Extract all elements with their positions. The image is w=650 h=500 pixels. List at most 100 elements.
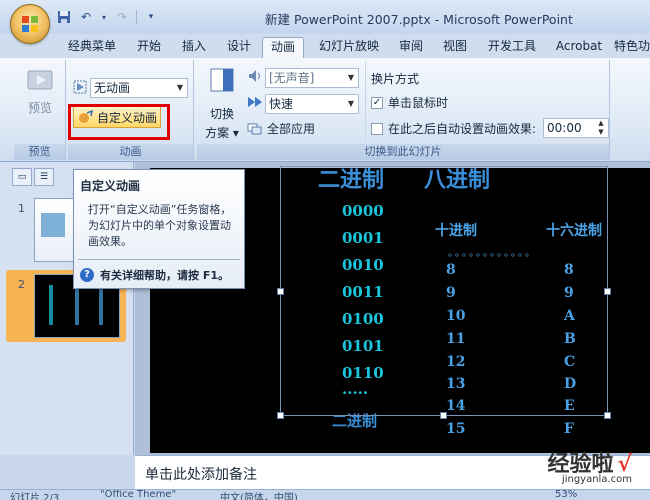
qat-divider: [136, 10, 137, 24]
tooltip-title: 自定义动画: [80, 179, 141, 193]
tab-slideshow[interactable]: 幻灯片放映: [309, 37, 389, 58]
help-icon: ?: [80, 268, 94, 282]
group-divider: [365, 62, 366, 140]
status-theme: "Office Theme": [100, 489, 177, 500]
auto-after-checkbox[interactable]: [371, 122, 383, 135]
slide-heading-binary: 二进制: [318, 168, 385, 193]
tab-animations[interactable]: 动画: [262, 37, 304, 58]
speed-combo-value: 快速: [269, 97, 294, 111]
slides-tab[interactable]: ▭: [12, 168, 32, 186]
apply-all-label: 全部应用: [267, 122, 316, 136]
save-icon[interactable]: [56, 9, 72, 25]
animate-combo[interactable]: 无动画 ▼: [90, 78, 188, 98]
slide-heading-octal: 八进制: [424, 168, 491, 193]
hex-value: C: [564, 354, 576, 370]
speed-icon: [247, 94, 263, 110]
transition-group: 切换 方案 ▾ [无声音] ▼ 快速 ▼ 全部应用 换片方式 ✓ 单击鼠标时 在…: [197, 60, 610, 160]
resize-handle[interactable]: [277, 412, 284, 419]
title-bar: ↶ ▾ ↷ ▾ 新建 PowerPoint 2007.pptx - Micros…: [0, 0, 650, 44]
animate-combo-value: 无动画: [94, 81, 131, 95]
undo-dropdown-icon[interactable]: ▾: [100, 9, 108, 25]
tab-view[interactable]: 视图: [434, 37, 476, 58]
auto-time-input[interactable]: 00:00 ▲ ▼: [543, 118, 609, 138]
scheme-label-text: 方案: [205, 126, 230, 140]
auto-after-option[interactable]: 在此之后自动设置动画效果:: [371, 120, 536, 137]
apply-all-icon: [247, 123, 262, 134]
slide-number-2: 2: [18, 278, 25, 291]
tooltip-help: ? 有关详细帮助，请按 F1。: [80, 267, 229, 283]
tab-design[interactable]: 设计: [218, 37, 260, 58]
undo-icon[interactable]: ↶: [78, 9, 94, 25]
quick-access-toolbar: ↶ ▾ ↷ ▾: [56, 7, 159, 27]
office-button[interactable]: [10, 4, 50, 44]
binary-value: 0101: [342, 337, 384, 355]
tab-review[interactable]: 审阅: [390, 37, 432, 58]
hex-value: E: [564, 398, 575, 414]
notes-placeholder: 单击此处添加备注: [145, 467, 257, 483]
decimal-value: 12: [446, 354, 466, 370]
hex-value: B: [564, 331, 576, 347]
decimal-header: 十进制: [435, 223, 477, 239]
preview-group: 预览 预览: [14, 60, 66, 160]
decimal-value: 11: [446, 331, 466, 347]
binary-value: 0000: [342, 202, 384, 220]
spinner-icon[interactable]: ▲ ▼: [594, 119, 608, 137]
custom-animation-tooltip: 自定义动画 打开“自定义动画”任务窗格，为幻灯片中的单个对象设置动画效果。 ? …: [73, 169, 245, 289]
ribbon-tabs: 经典菜单 开始 插入 设计 动画 幻灯片放映 审阅 视图 开发工具 Acroba…: [0, 34, 650, 58]
on-click-checkbox[interactable]: ✓: [371, 96, 383, 109]
resize-handle[interactable]: [604, 412, 611, 419]
preview-label: 预览: [27, 101, 52, 115]
customize-icon[interactable]: ▾: [143, 9, 159, 25]
decimal-value: 14: [446, 398, 466, 414]
tab-acrobat[interactable]: Acrobat: [548, 37, 610, 58]
dotted-separator: 。。。。。。。。。。。。: [448, 248, 537, 259]
status-slide-count: 幻灯片 2/3: [10, 493, 60, 500]
hex-value: A: [564, 308, 575, 324]
office-logo-icon: [22, 16, 38, 32]
sound-combo-value: [无声音]: [269, 71, 315, 85]
tab-home[interactable]: 开始: [128, 37, 170, 58]
tab-developer[interactable]: 开发工具: [480, 37, 544, 58]
apply-all-button[interactable]: 全部应用: [247, 120, 315, 137]
resize-handle[interactable]: [440, 412, 447, 419]
decimal-value: 8: [446, 262, 456, 278]
redo-icon[interactable]: ↷: [114, 9, 130, 25]
binary-value: 0010: [342, 256, 384, 274]
transition-scheme-label-2: 方案 ▾: [205, 126, 239, 140]
thumbnail-column: [99, 285, 103, 325]
on-click-label: 单击鼠标时: [388, 96, 449, 110]
hex-value: 9: [564, 285, 574, 301]
chevron-down-icon[interactable]: ▼: [344, 69, 358, 87]
transition-scheme-icon: [210, 68, 234, 92]
binary-value: 0100: [342, 310, 384, 328]
pane-tabs: ▭ ☰: [12, 168, 54, 188]
resize-handle[interactable]: [277, 288, 284, 295]
binary-ellipsis: ·····: [342, 384, 369, 402]
binary-value: 0110: [342, 364, 384, 382]
animation-group-label: 动画: [68, 144, 193, 160]
watermark-url: jingyanla.com: [561, 474, 632, 485]
binary-value: 0011: [342, 283, 384, 301]
transition-sound-combo[interactable]: [无声音] ▼: [265, 68, 359, 88]
thumbnail-column: [49, 285, 53, 325]
transition-scheme-button[interactable]: 切换 方案 ▾: [201, 66, 243, 141]
tab-insert[interactable]: 插入: [173, 37, 215, 58]
decimal-value: 9: [446, 285, 456, 301]
preview-button[interactable]: 预览: [20, 66, 60, 116]
tab-classic-menu[interactable]: 经典菜单: [62, 37, 122, 58]
animate-icon: [72, 79, 88, 95]
status-zoom[interactable]: 53%: [555, 490, 577, 500]
auto-after-label: 在此之后自动设置动画效果:: [388, 122, 537, 136]
resize-handle[interactable]: [604, 288, 611, 295]
on-click-option[interactable]: ✓ 单击鼠标时: [371, 94, 448, 111]
tab-features[interactable]: 特色功: [614, 37, 650, 58]
chevron-down-icon[interactable]: ▼: [173, 79, 187, 97]
chevron-down-icon[interactable]: ▼: [344, 95, 358, 113]
outline-tab[interactable]: ☰: [34, 168, 54, 186]
binary-footer: 二进制: [332, 412, 378, 430]
slide-number-1: 1: [18, 202, 25, 215]
transition-speed-combo[interactable]: 快速 ▼: [265, 94, 359, 114]
highlight-box: [68, 104, 170, 140]
hex-value: F: [564, 421, 574, 437]
transition-scheme-label: 切换: [209, 107, 234, 121]
